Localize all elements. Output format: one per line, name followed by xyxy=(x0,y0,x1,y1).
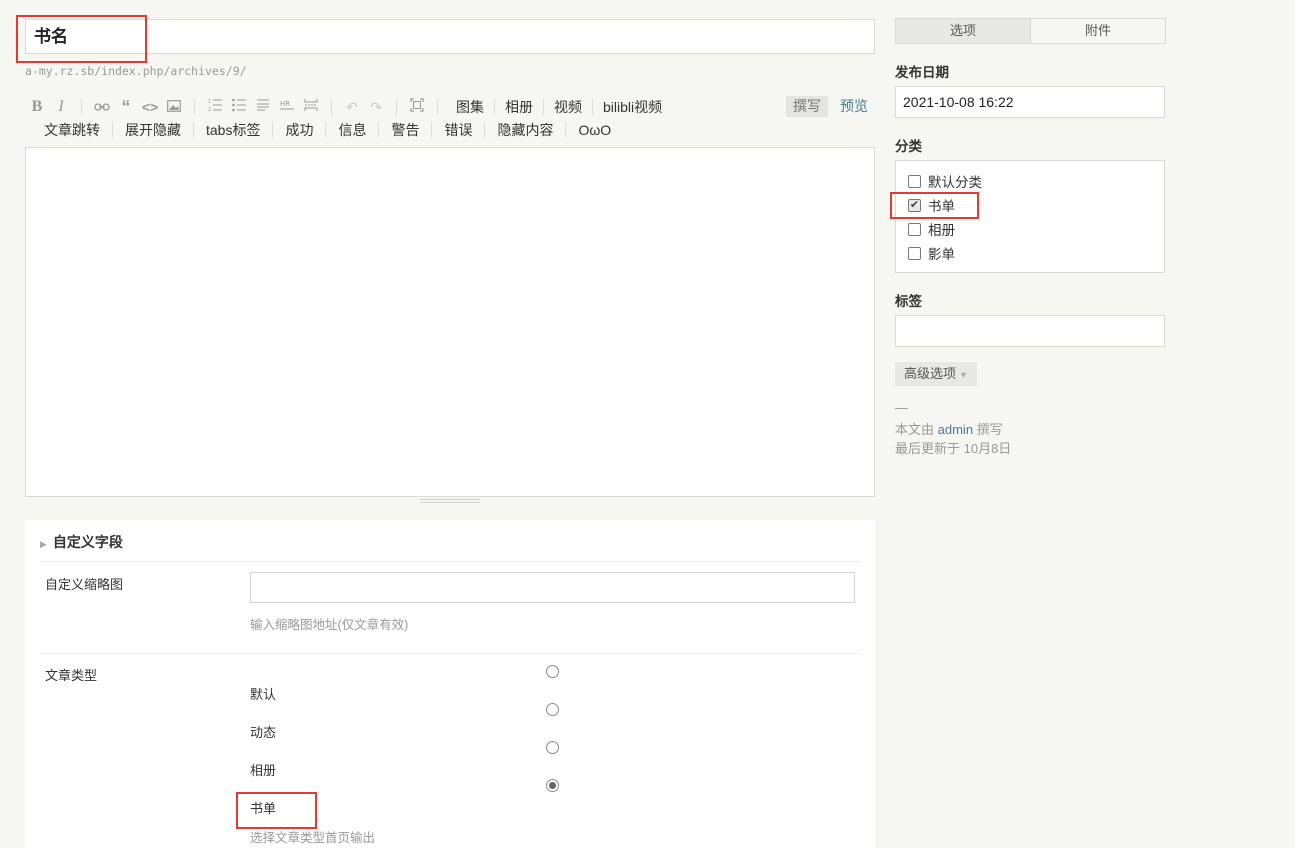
category-item-default[interactable]: 默认分类 xyxy=(908,171,982,191)
author-line: 本文由 admin 撰写 xyxy=(895,419,1003,438)
undo-icon[interactable]: ↶ xyxy=(340,96,364,118)
toolbar-bilibili-button[interactable]: bilibli视频 xyxy=(593,97,672,117)
category-item-label: 相册 xyxy=(928,223,955,238)
svg-text:HR: HR xyxy=(280,100,290,108)
title-input[interactable]: 书名 xyxy=(25,19,875,54)
author-link[interactable]: admin xyxy=(938,422,973,437)
category-checkbox[interactable] xyxy=(908,222,921,236)
hr-icon[interactable]: HR xyxy=(275,96,299,118)
author-prefix: 本文由 xyxy=(895,422,935,437)
sidebar-tabs: 选项 附件 xyxy=(895,18,1166,44)
post-type-default-label: 默认 xyxy=(250,687,277,702)
fullscreen-icon[interactable] xyxy=(405,96,429,118)
title-highlight-box xyxy=(16,15,147,63)
post-type-album-label: 相册 xyxy=(250,763,277,778)
last-updated: 最后更新于 10月8日 xyxy=(895,441,1012,456)
toolbar-album-button[interactable]: 相册 xyxy=(495,97,543,117)
toolbar-divider xyxy=(331,99,332,115)
toolbar-success-button[interactable]: 成功 xyxy=(273,120,325,140)
toolbar-info-button[interactable]: 信息 xyxy=(326,120,378,140)
redo-icon[interactable]: ↷ xyxy=(364,96,388,118)
thumbnail-hint: 输入缩略图地址(仅文章有效) xyxy=(250,618,409,632)
more-icon[interactable] xyxy=(299,96,323,118)
content-editor[interactable] xyxy=(25,147,875,497)
toolbar-tabs-button[interactable]: tabs标签 xyxy=(194,120,272,140)
post-type-label: 文章类型 xyxy=(45,668,98,683)
thumbnail-label: 自定义缩略图 xyxy=(45,577,124,592)
toolbar-warning-button[interactable]: 警告 xyxy=(379,120,431,140)
author-suffix: 撰写 xyxy=(976,422,1003,437)
category-item-label: 影单 xyxy=(928,247,955,262)
category-label: 分类 xyxy=(895,139,922,154)
toolbar-gallery-button[interactable]: 图集 xyxy=(446,97,494,117)
quote-icon[interactable]: “ xyxy=(114,96,138,118)
custom-fields-panel xyxy=(25,520,875,848)
tab-attachments[interactable]: 附件 xyxy=(1031,19,1165,43)
toolbar-error-button[interactable]: 错误 xyxy=(432,120,484,140)
tags-input[interactable] xyxy=(895,315,1165,347)
code-icon[interactable]: <> xyxy=(138,96,162,118)
post-type-dynamic-radio[interactable] xyxy=(546,703,559,716)
toolbar-video-button[interactable]: 视频 xyxy=(544,97,592,117)
category-item-album[interactable]: 相册 xyxy=(908,219,955,239)
thumbnail-input[interactable] xyxy=(250,572,855,603)
divider xyxy=(40,561,860,562)
svg-text:2: 2 xyxy=(208,107,211,112)
toolbar-owo-button[interactable]: OωO xyxy=(566,122,623,138)
post-type-booklist-radio[interactable] xyxy=(546,779,559,792)
caret-right-icon: ▶ xyxy=(40,539,47,549)
custom-fields-toggle[interactable]: ▶ 自定义字段 xyxy=(40,532,123,552)
unordered-list-icon[interactable] xyxy=(227,96,251,118)
toolbar-divider xyxy=(81,99,82,115)
preview-tab[interactable]: 预览 xyxy=(840,96,868,117)
category-checkbox[interactable] xyxy=(908,174,921,188)
category-highlight-box xyxy=(890,192,979,219)
post-type-dynamic-label: 动态 xyxy=(250,725,277,740)
category-item-label: 默认分类 xyxy=(928,175,982,190)
category-checkbox[interactable] xyxy=(908,246,921,260)
custom-fields-heading: 自定义字段 xyxy=(52,534,123,550)
tab-options[interactable]: 选项 xyxy=(896,19,1031,43)
tags-label: 标签 xyxy=(895,294,922,309)
post-type-album-radio[interactable] xyxy=(546,741,559,754)
image-icon[interactable] xyxy=(162,96,186,118)
post-type-hint: 选择文章类型首页输出 xyxy=(250,831,376,845)
divider xyxy=(40,653,860,654)
svg-text:1: 1 xyxy=(208,99,211,105)
toolbar-collapse-button[interactable]: 展开隐藏 xyxy=(113,120,193,140)
advanced-options-label: 高级选项 xyxy=(904,366,957,381)
editor-toolbar: B I “ <> 12 HR ↶ ↷ 图集 相册 视频 bilibli视频 xyxy=(25,96,672,118)
editor-resize-handle[interactable] xyxy=(420,499,480,505)
caret-down-icon: ▼ xyxy=(959,370,968,380)
italic-icon[interactable]: I xyxy=(49,96,73,118)
write-tab[interactable]: 撰写 xyxy=(786,96,828,117)
advanced-options-button[interactable]: 高级选项 ▼ xyxy=(895,362,977,386)
permalink: a-my.rz.sb/index.php/archives/9/ xyxy=(25,64,247,78)
meta-dash: — xyxy=(895,400,908,415)
toolbar-divider xyxy=(194,99,195,115)
category-item-movie[interactable]: 影单 xyxy=(908,243,955,263)
publish-date-input[interactable]: 2021-10-08 16:22 xyxy=(895,86,1165,118)
booklist-highlight-box xyxy=(236,792,317,829)
publish-date-label: 发布日期 xyxy=(895,65,949,80)
editor-toolbar-extra: 文章跳转 展开隐藏 tabs标签 成功 信息 警告 错误 隐藏内容 OωO xyxy=(32,119,623,141)
toolbar-article-jump-button[interactable]: 文章跳转 xyxy=(32,120,112,140)
post-type-default-radio[interactable] xyxy=(546,665,559,678)
toolbar-hidden-content-button[interactable]: 隐藏内容 xyxy=(485,120,565,140)
bold-icon[interactable]: B xyxy=(25,96,49,118)
toolbar-divider xyxy=(396,99,397,115)
link-icon[interactable] xyxy=(90,96,114,118)
ordered-list-icon[interactable]: 12 xyxy=(203,96,227,118)
toolbar-divider xyxy=(437,99,438,115)
title-icon[interactable] xyxy=(251,96,275,118)
